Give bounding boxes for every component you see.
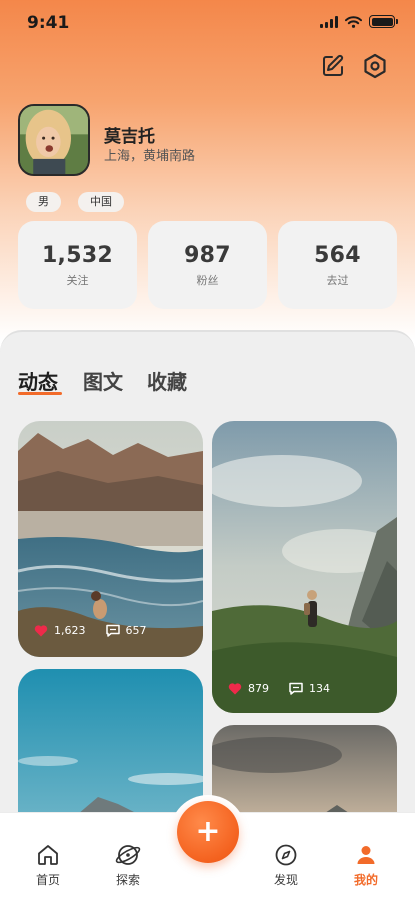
followers-count: 987 [184, 242, 231, 268]
signal-icon [320, 15, 338, 28]
profile-name: 莫吉托 [104, 127, 155, 147]
tab-favorites[interactable]: 收藏 [147, 366, 187, 395]
wifi-icon [345, 15, 362, 28]
edit-icon [323, 54, 344, 76]
nav-discover[interactable]: 发现 [261, 843, 311, 888]
comment-count: 134 [309, 682, 330, 695]
create-post-button[interactable]: + [177, 801, 239, 863]
following-stat[interactable]: 1,532 关注 [18, 221, 137, 309]
status-bar: 9:41 [0, 0, 415, 46]
following-count: 1,532 [41, 242, 114, 268]
post-stats: 1,623 657 [34, 624, 147, 637]
compass-icon [275, 844, 297, 866]
home-icon [38, 845, 58, 865]
settings-icon [364, 53, 386, 79]
nav-home-label: 首页 [35, 873, 60, 887]
nav-explore[interactable]: 探索 [103, 843, 153, 888]
tab-articles[interactable]: 图文 [83, 366, 123, 395]
nav-explore-label: 探索 [115, 873, 140, 887]
heart-icon[interactable] [228, 682, 242, 695]
post-card[interactable]: 1,623 657 [18, 421, 203, 657]
status-icons [320, 15, 398, 28]
following-label: 关注 [66, 273, 89, 287]
visited-label: 去过 [326, 273, 349, 287]
comment-count: 657 [125, 624, 147, 637]
avatar-image [20, 106, 88, 174]
nav-mine-label: 我的 [353, 873, 378, 887]
edit-profile-button[interactable] [319, 52, 347, 80]
post-card[interactable]: 879 134 [212, 421, 397, 713]
heart-icon[interactable] [34, 624, 48, 637]
explore-icon [115, 845, 141, 865]
gender-tag: 男 [26, 192, 61, 212]
status-time: 9:41 [27, 13, 70, 33]
like-count: 879 [248, 682, 269, 695]
country-tag: 中国 [78, 192, 124, 212]
followers-label: 粉丝 [196, 273, 219, 287]
nav-mine[interactable]: 我的 [341, 843, 391, 888]
active-tab-indicator [18, 392, 62, 395]
plus-icon: + [195, 814, 221, 849]
visited-count: 564 [314, 242, 361, 268]
like-count: 1,623 [54, 624, 86, 637]
avatar[interactable] [18, 104, 90, 176]
post-image [212, 421, 397, 713]
post-image [18, 421, 203, 657]
nav-discover-label: 发现 [273, 873, 298, 887]
tab-posts[interactable]: 动态 [18, 366, 58, 395]
settings-button[interactable] [361, 52, 389, 80]
battery-icon [369, 15, 398, 28]
visited-stat[interactable]: 564 去过 [278, 221, 397, 309]
comment-icon[interactable] [289, 682, 303, 695]
post-stats: 879 134 [228, 682, 330, 695]
user-icon [357, 846, 375, 864]
followers-stat[interactable]: 987 粉丝 [148, 221, 267, 309]
nav-home[interactable]: 首页 [23, 843, 73, 888]
comment-icon[interactable] [105, 624, 120, 637]
profile-location: 上海，黄埔南路 [104, 149, 196, 164]
